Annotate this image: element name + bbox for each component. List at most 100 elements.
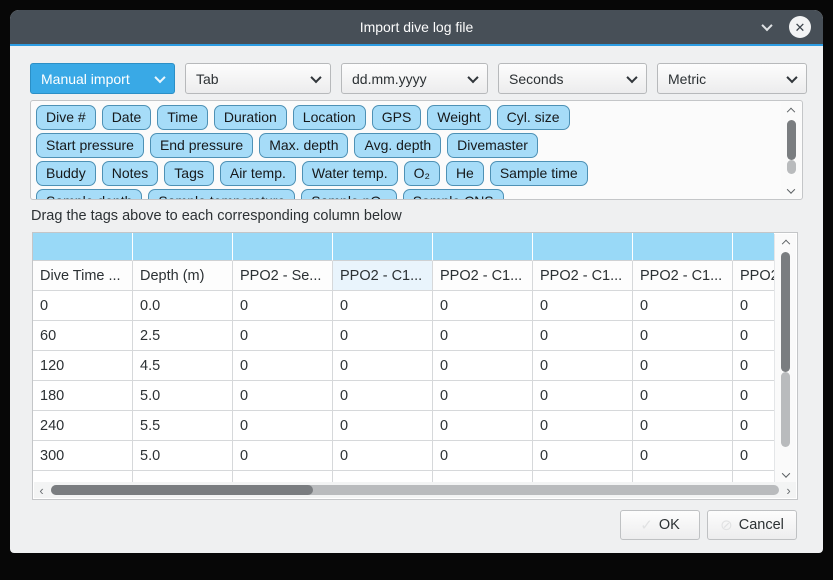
column-drop-zone[interactable] — [133, 233, 233, 261]
import-type-value: Manual import — [41, 71, 130, 87]
chevron-down-icon — [467, 71, 478, 82]
scrollbar-thumb[interactable] — [51, 485, 313, 495]
cancel-button-label: Cancel — [739, 517, 784, 533]
scroll-down-icon[interactable] — [781, 184, 801, 198]
scrollbar-thumb[interactable] — [781, 252, 790, 372]
tag-cyl-size[interactable]: Cyl. size — [497, 105, 570, 130]
tag-gps[interactable]: GPS — [372, 105, 422, 130]
column-header: Dive Time ... — [33, 261, 133, 291]
table-cell: 0 — [333, 411, 433, 441]
table-cell: 2.5 — [133, 321, 233, 351]
chevron-down-icon — [626, 71, 637, 82]
chevron-down-icon — [786, 71, 797, 82]
column-drop-zone[interactable] — [533, 233, 633, 261]
table-horizontal-scrollbar[interactable]: ‹ › — [34, 482, 796, 498]
duration-format-select[interactable]: Seconds — [498, 63, 647, 94]
column-drop-zone[interactable] — [333, 233, 433, 261]
table-cell: 0 — [233, 291, 333, 321]
titlebar[interactable]: Import dive log file ✕ — [10, 10, 823, 46]
tag-o2[interactable]: O₂ — [404, 161, 440, 186]
scrollbar-track[interactable] — [781, 372, 790, 447]
table-cell: 5.0 — [133, 381, 233, 411]
column-drop-zone[interactable] — [433, 233, 533, 261]
table-cell: 0 — [633, 351, 733, 381]
table-cell: 0 — [333, 321, 433, 351]
field-separator-value: Tab — [196, 71, 219, 87]
table-cell: 120 — [33, 351, 133, 381]
scroll-down-icon[interactable] — [783, 467, 789, 483]
close-button[interactable]: ✕ — [789, 16, 811, 38]
table-cell: 0 — [533, 351, 633, 381]
import-dialog-window: Import dive log file ✕ Manual import Tab… — [10, 10, 823, 553]
table-cell: 0 — [533, 321, 633, 351]
import-type-select[interactable]: Manual import — [30, 63, 175, 94]
column-drop-zone[interactable] — [33, 233, 133, 261]
column-header: PPO2 - Se... — [233, 261, 333, 291]
table-cell: 0 — [433, 351, 533, 381]
tag-notes[interactable]: Notes — [102, 161, 159, 186]
tag-avg-depth[interactable]: Avg. depth — [354, 133, 441, 158]
tag-tags[interactable]: Tags — [164, 161, 214, 186]
tag-date[interactable]: Date — [102, 105, 152, 130]
scroll-right-icon[interactable]: › — [781, 483, 796, 498]
tag-end-pressure[interactable]: End pressure — [150, 133, 253, 158]
table-cell: 0 — [333, 381, 433, 411]
field-separator-select[interactable]: Tab — [185, 63, 331, 94]
table-cell: 0 — [633, 411, 733, 441]
units-select[interactable]: Metric — [657, 63, 807, 94]
table-cell: 0 — [633, 291, 733, 321]
column-header: PPO2 — [733, 261, 775, 291]
tag-weight[interactable]: Weight — [427, 105, 490, 130]
table-cell: 0 — [233, 411, 333, 441]
tag-buddy[interactable]: Buddy — [36, 161, 96, 186]
date-format-select[interactable]: dd.mm.yyyy — [341, 63, 488, 94]
scrollbar-track[interactable] — [51, 485, 779, 495]
tag-sample-time[interactable]: Sample time — [490, 161, 588, 186]
scrollbar-track[interactable] — [787, 160, 796, 174]
scroll-up-icon[interactable] — [781, 102, 801, 116]
table-cell: 4.5 — [133, 351, 233, 381]
scroll-up-icon[interactable] — [783, 234, 789, 248]
scroll-left-icon[interactable]: ‹ — [34, 483, 49, 498]
shade-chevron-icon[interactable] — [760, 20, 774, 34]
table-cell: 0 — [333, 291, 433, 321]
tag-rows: Dive # Date Time Duration Location GPS W… — [36, 105, 778, 200]
table-cell: 0 — [533, 411, 633, 441]
scrollbar-thumb[interactable] — [787, 120, 796, 160]
tag-list-scrollbar[interactable] — [781, 102, 801, 198]
table-cell: 0 — [733, 291, 775, 321]
header-row: Dive Time ... Depth (m) PPO2 - Se... PPO… — [33, 261, 775, 291]
tag-location[interactable]: Location — [293, 105, 366, 130]
tag-water-temp[interactable]: Water temp. — [302, 161, 398, 186]
column-drop-zone[interactable] — [633, 233, 733, 261]
table-cell: 0 — [433, 321, 533, 351]
table-row: 60 2.5 0 0 0 0 0 0 — [33, 321, 775, 351]
tag-sample-po2[interactable]: Sample pO₂ — [301, 189, 396, 200]
titlebar-controls: ✕ — [760, 10, 811, 44]
column-drop-zone[interactable] — [733, 233, 775, 261]
table-cell: 0 — [233, 321, 333, 351]
tag-sample-depth[interactable]: Sample depth — [36, 189, 142, 200]
tag-start-pressure[interactable]: Start pressure — [36, 133, 144, 158]
tag-sample-temperature[interactable]: Sample temperature — [148, 189, 295, 200]
cancel-icon: ⊘ — [720, 516, 733, 534]
column-drop-zone[interactable] — [233, 233, 333, 261]
units-value: Metric — [668, 71, 706, 87]
column-header: PPO2 - C1... — [533, 261, 633, 291]
tag-max-depth[interactable]: Max. depth — [259, 133, 348, 158]
tag-list-panel: Dive # Date Time Duration Location GPS W… — [30, 100, 803, 200]
table-vertical-scrollbar[interactable] — [774, 234, 796, 483]
table-cell: 0 — [633, 381, 733, 411]
tag-divemaster[interactable]: Divemaster — [447, 133, 538, 158]
cancel-button[interactable]: ⊘ Cancel — [707, 510, 797, 540]
duration-format-value: Seconds — [509, 71, 563, 87]
ok-button[interactable]: ✓ OK — [620, 510, 700, 540]
tag-row-clipped: Sample depth Sample temperature Sample p… — [36, 189, 778, 200]
tag-he[interactable]: He — [446, 161, 484, 186]
tag-time[interactable]: Time — [157, 105, 208, 130]
tag-air-temp[interactable]: Air temp. — [220, 161, 296, 186]
tag-sample-cns[interactable]: Sample CNS — [403, 189, 504, 200]
tag-dive-number[interactable]: Dive # — [36, 105, 96, 130]
tag-row: Start pressure End pressure Max. depth A… — [36, 133, 778, 158]
tag-duration[interactable]: Duration — [214, 105, 287, 130]
